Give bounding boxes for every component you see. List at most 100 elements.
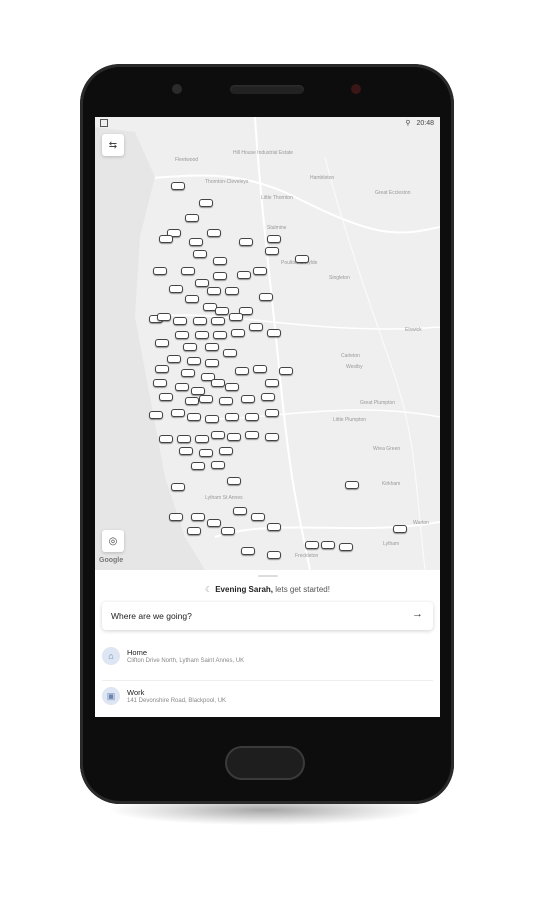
car-marker[interactable] <box>167 355 181 363</box>
car-marker[interactable] <box>237 271 251 279</box>
saved-place-work[interactable]: ▣ Work 141 Devonshire Road, Blackpool, U… <box>102 680 433 716</box>
car-marker[interactable] <box>241 547 255 555</box>
car-marker[interactable] <box>181 267 195 275</box>
car-marker[interactable] <box>179 447 193 455</box>
car-marker[interactable] <box>205 359 219 367</box>
car-marker[interactable] <box>195 435 209 443</box>
car-marker[interactable] <box>225 413 239 421</box>
destination-search[interactable]: Where are we going? → <box>102 602 433 630</box>
locate-button[interactable]: ◎ <box>102 530 124 552</box>
car-marker[interactable] <box>227 477 241 485</box>
menu-button[interactable]: ⇆ <box>102 134 124 156</box>
car-marker[interactable] <box>229 313 243 321</box>
car-marker[interactable] <box>211 379 225 387</box>
car-marker[interactable] <box>265 379 279 387</box>
car-marker[interactable] <box>185 397 199 405</box>
car-marker[interactable] <box>265 247 279 255</box>
car-marker[interactable] <box>253 365 267 373</box>
car-marker[interactable] <box>195 331 209 339</box>
sheet-handle[interactable] <box>258 575 278 577</box>
car-marker[interactable] <box>153 267 167 275</box>
car-marker[interactable] <box>251 513 265 521</box>
car-marker[interactable] <box>259 293 273 301</box>
car-marker[interactable] <box>261 393 275 401</box>
car-marker[interactable] <box>339 543 353 551</box>
car-marker[interactable] <box>175 383 189 391</box>
car-marker[interactable] <box>205 343 219 351</box>
car-marker[interactable] <box>223 349 237 357</box>
car-marker[interactable] <box>267 235 281 243</box>
car-marker[interactable] <box>181 369 195 377</box>
car-marker[interactable] <box>183 343 197 351</box>
car-marker[interactable] <box>345 481 359 489</box>
car-marker[interactable] <box>265 433 279 441</box>
car-marker[interactable] <box>211 317 225 325</box>
map-view[interactable]: Fleetwood Hambleton Thornton-Cleveleys Hill… <box>95 117 440 570</box>
car-marker[interactable] <box>219 447 233 455</box>
car-marker[interactable] <box>207 519 221 527</box>
car-marker[interactable] <box>211 431 225 439</box>
car-marker[interactable] <box>195 279 209 287</box>
car-marker[interactable] <box>225 383 239 391</box>
car-marker[interactable] <box>211 461 225 469</box>
car-marker[interactable] <box>149 411 163 419</box>
car-marker[interactable] <box>193 317 207 325</box>
car-marker[interactable] <box>267 523 281 531</box>
car-marker[interactable] <box>185 295 199 303</box>
car-marker[interactable] <box>177 435 191 443</box>
car-marker[interactable] <box>215 307 229 315</box>
car-marker[interactable] <box>191 387 205 395</box>
car-marker[interactable] <box>213 331 227 339</box>
car-marker[interactable] <box>189 238 203 246</box>
car-marker[interactable] <box>155 339 169 347</box>
car-marker[interactable] <box>219 397 233 405</box>
car-marker[interactable] <box>171 483 185 491</box>
car-marker[interactable] <box>233 507 247 515</box>
car-marker[interactable] <box>193 250 207 258</box>
car-marker[interactable] <box>157 313 171 321</box>
car-marker[interactable] <box>295 255 309 263</box>
car-marker[interactable] <box>227 433 241 441</box>
car-marker[interactable] <box>187 527 201 535</box>
car-marker[interactable] <box>187 357 201 365</box>
car-marker[interactable] <box>245 413 259 421</box>
car-marker[interactable] <box>191 513 205 521</box>
car-marker[interactable] <box>239 238 253 246</box>
car-marker[interactable] <box>321 541 335 549</box>
arrow-right-icon[interactable]: → <box>412 608 423 620</box>
car-marker[interactable] <box>171 182 185 190</box>
car-marker[interactable] <box>245 431 259 439</box>
car-marker[interactable] <box>173 317 187 325</box>
car-marker[interactable] <box>249 323 263 331</box>
car-marker[interactable] <box>221 527 235 535</box>
car-marker[interactable] <box>235 367 249 375</box>
car-marker[interactable] <box>175 331 189 339</box>
home-button[interactable] <box>225 746 305 780</box>
car-marker[interactable] <box>159 235 173 243</box>
car-marker[interactable] <box>191 462 205 470</box>
car-marker[interactable] <box>199 395 213 403</box>
car-marker[interactable] <box>253 267 267 275</box>
car-marker[interactable] <box>187 413 201 421</box>
car-marker[interactable] <box>305 541 319 549</box>
car-marker[interactable] <box>241 395 255 403</box>
car-marker[interactable] <box>171 409 185 417</box>
car-marker[interactable] <box>153 379 167 387</box>
car-marker[interactable] <box>199 449 213 457</box>
car-marker[interactable] <box>199 199 213 207</box>
car-marker[interactable] <box>155 365 169 373</box>
saved-place-home[interactable]: ⌂ Home Clifton Drive North, Lytham Saint… <box>102 640 433 676</box>
car-marker[interactable] <box>231 329 245 337</box>
car-marker[interactable] <box>279 367 293 375</box>
car-marker[interactable] <box>213 257 227 265</box>
car-marker[interactable] <box>267 551 281 559</box>
car-marker[interactable] <box>159 435 173 443</box>
car-marker[interactable] <box>225 287 239 295</box>
car-marker[interactable] <box>205 415 219 423</box>
car-marker[interactable] <box>213 272 227 280</box>
car-marker[interactable] <box>169 285 183 293</box>
car-marker[interactable] <box>393 525 407 533</box>
car-marker[interactable] <box>267 329 281 337</box>
car-marker[interactable] <box>207 287 221 295</box>
car-marker[interactable] <box>185 214 199 222</box>
